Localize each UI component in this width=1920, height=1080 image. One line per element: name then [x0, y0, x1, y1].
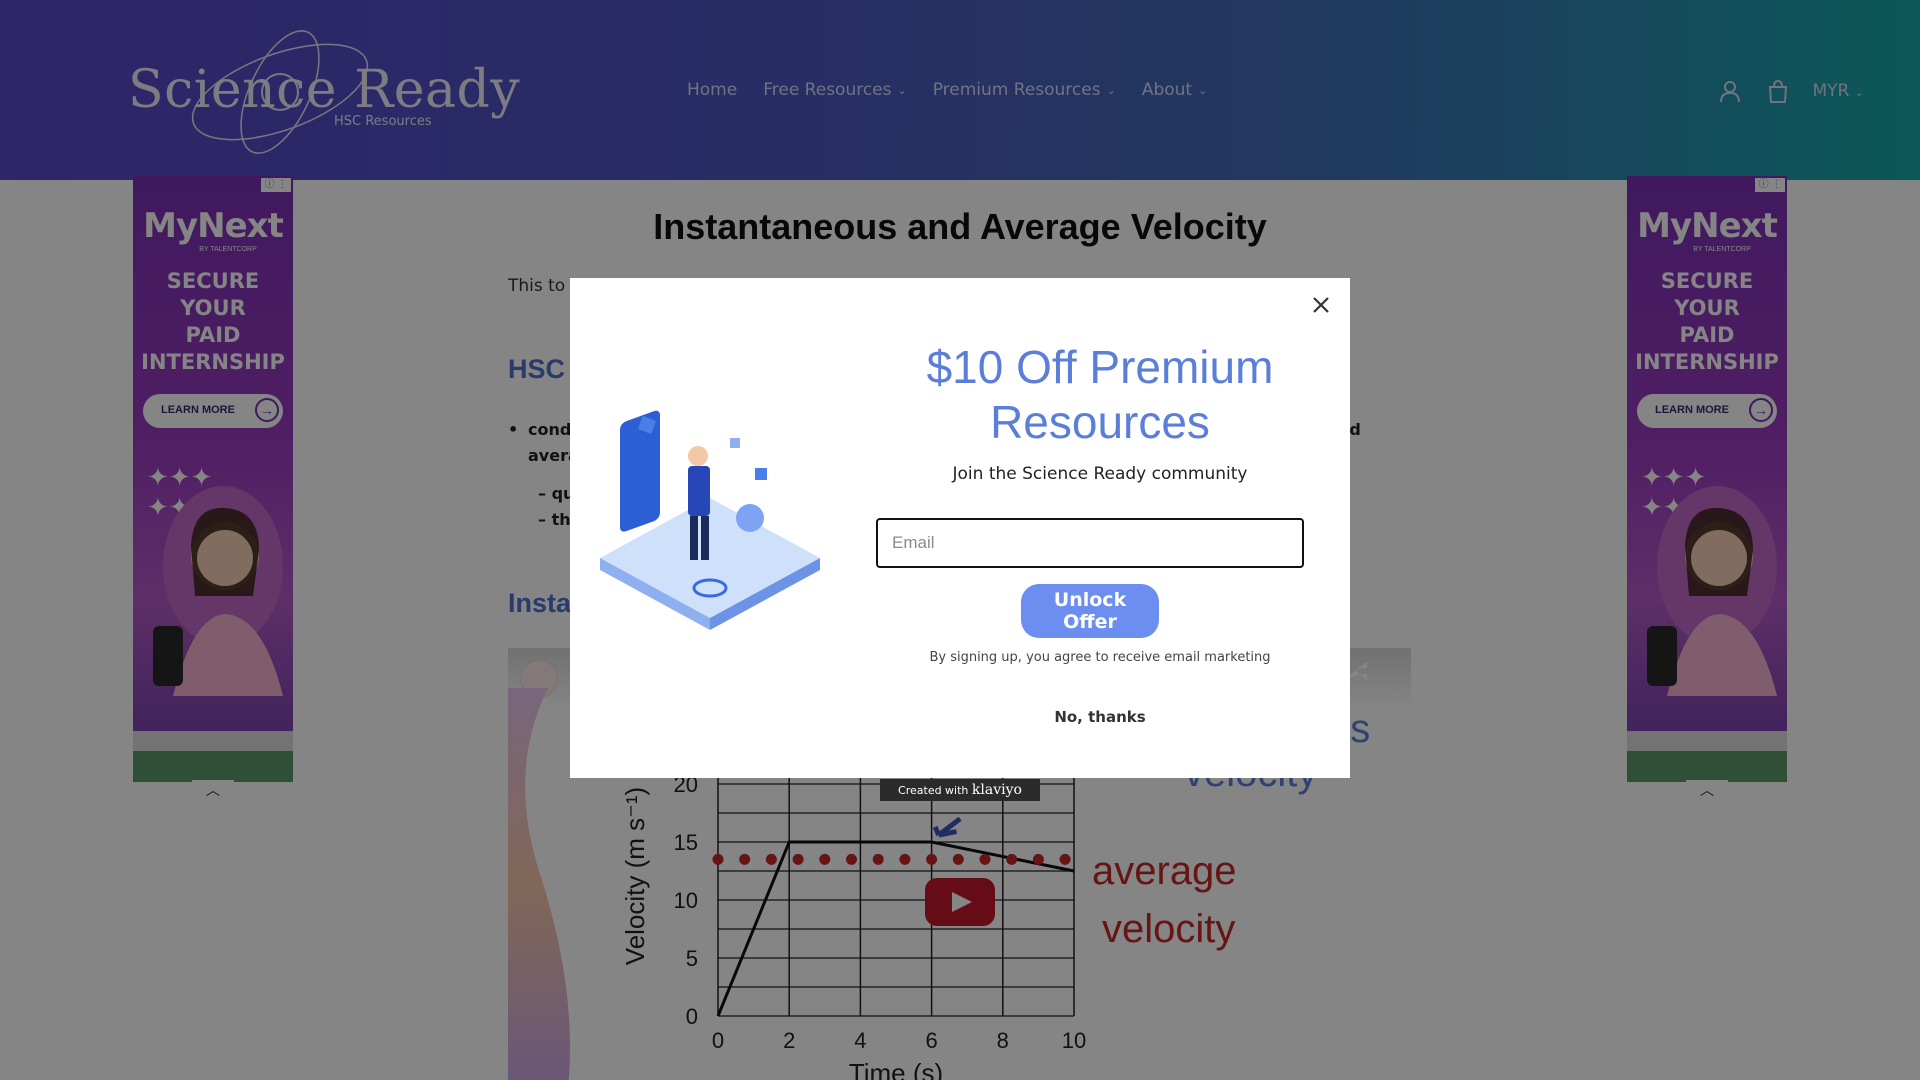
- no-thanks-link[interactable]: No, thanks: [870, 708, 1330, 726]
- unlock-offer-button[interactable]: Unlock Offer: [1021, 584, 1159, 638]
- isometric-illustration: [600, 410, 820, 630]
- email-field[interactable]: [876, 518, 1304, 568]
- signup-form: $10 Off Premium Resources Join the Scien…: [870, 278, 1330, 778]
- klaviyo-badge[interactable]: Created with klaviyo: [880, 779, 1040, 801]
- klaviyo-logo: klaviyo: [971, 782, 1022, 798]
- legal-disclaimer: By signing up, you agree to receive emai…: [929, 650, 1271, 665]
- popup-subtitle: Join the Science Ready community: [952, 464, 1248, 484]
- klaviyo-badge-prefix: Created with: [898, 784, 969, 797]
- signup-popup: $10 Off Premium Resources Join the Scien…: [570, 278, 1350, 778]
- popup-title: $10 Off Premium Resources: [926, 341, 1274, 448]
